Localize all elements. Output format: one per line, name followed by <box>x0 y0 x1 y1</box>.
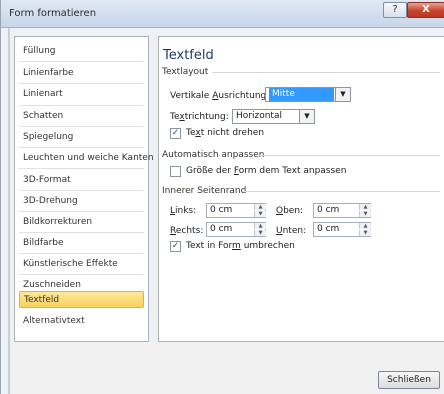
category-line-style[interactable]: Linienart <box>19 86 144 103</box>
spin-down-icon[interactable]: ▼ <box>359 230 371 236</box>
category-separator <box>19 126 144 127</box>
spin-down-icon[interactable]: ▼ <box>254 230 266 236</box>
category-separator <box>19 211 144 212</box>
category-separator <box>19 105 144 106</box>
chevron-down-icon: ▼ <box>335 88 350 101</box>
category-separator <box>19 190 144 191</box>
category-line-color[interactable]: Linienfarbe <box>19 65 144 82</box>
chevron-down-icon: ▼ <box>299 110 314 123</box>
spin-up-icon[interactable]: ▲ <box>254 223 266 229</box>
margin-top-label: Oben: <box>276 206 304 216</box>
category-separator <box>19 147 144 148</box>
text-direction-select[interactable]: Horizontal ▼ <box>232 109 315 124</box>
section-text-layout: Textlayout <box>162 67 209 77</box>
spin-up-icon[interactable]: ▲ <box>359 223 371 229</box>
vertical-alignment-select[interactable]: Mitte ▼ <box>265 87 351 102</box>
section-divider <box>212 72 440 73</box>
category-separator <box>19 168 144 169</box>
margin-bottom-input[interactable]: 0 cm ▲ ▼ <box>313 222 371 237</box>
wrap-text-checkbox[interactable]: ✓ <box>170 241 181 252</box>
no-rotate-checkbox[interactable]: ✓ <box>170 128 181 139</box>
section-internal-margin: Innerer Seitenrand <box>162 186 247 196</box>
section-divider <box>258 155 440 156</box>
close-window-button[interactable]: X <box>407 2 444 18</box>
category-list: Füllung Linienfarbe Linienart Schatten S… <box>14 36 154 342</box>
resize-shape-label: Größe der Form dem Text anpassen <box>186 166 347 176</box>
window-frame-edge <box>8 28 10 394</box>
category-3d-format[interactable]: 3D-Format <box>19 172 144 189</box>
spin-up-icon[interactable]: ▲ <box>359 204 371 210</box>
spin-down-icon[interactable]: ▼ <box>254 211 266 217</box>
text-direction-label: Textrichtung: <box>170 112 229 122</box>
spin-down-icon[interactable]: ▼ <box>359 211 371 217</box>
margin-left-input[interactable]: 0 cm ▲ ▼ <box>206 203 266 218</box>
category-alt-text[interactable]: Alternativtext <box>19 313 144 330</box>
margin-right-input[interactable]: 0 cm ▲ ▼ <box>206 222 266 237</box>
resize-shape-checkbox[interactable] <box>170 166 181 177</box>
section-divider <box>244 191 440 192</box>
category-picture-corrections[interactable]: Bildkorrekturen <box>19 214 144 231</box>
category-reflection[interactable]: Spiegelung <box>19 129 144 146</box>
vertical-alignment-label: Vertikale Ausrichtung: <box>170 91 270 101</box>
category-separator <box>19 274 144 275</box>
panel-title: Textfeld <box>163 48 214 63</box>
category-shadow[interactable]: Schatten <box>19 108 144 125</box>
category-fill[interactable]: Füllung <box>19 43 144 60</box>
category-artistic-effects[interactable]: Künstlerische Effekte <box>19 256 144 273</box>
category-glow-soft-edges[interactable]: Leuchten und weiche Kanten <box>19 150 154 167</box>
margin-right-label: Rechts: <box>170 226 204 236</box>
category-3d-rotation[interactable]: 3D-Drehung <box>19 193 144 210</box>
category-textbox[interactable]: Textfeld <box>19 291 144 308</box>
category-separator <box>19 232 144 233</box>
close-button[interactable]: Schließen <box>378 371 440 389</box>
title-bar: Form formatieren ? X <box>1 0 444 28</box>
wrap-text-label: Text in Form umbrechen <box>186 241 295 251</box>
dialog-title: Form formatieren <box>9 8 97 19</box>
category-picture-color[interactable]: Bildfarbe <box>19 235 144 252</box>
category-separator <box>19 61 144 62</box>
margin-bottom-label: Unten: <box>276 226 307 236</box>
category-separator <box>19 253 144 254</box>
margin-top-input[interactable]: 0 cm ▲ ▼ <box>313 203 371 218</box>
no-rotate-label: Text nicht drehen <box>186 128 265 138</box>
margin-left-label: Links: <box>170 206 197 216</box>
spin-up-icon[interactable]: ▲ <box>254 204 266 210</box>
section-autofit: Automatisch anpassen <box>162 150 265 160</box>
help-button[interactable]: ? <box>383 2 407 18</box>
category-separator <box>19 83 144 84</box>
